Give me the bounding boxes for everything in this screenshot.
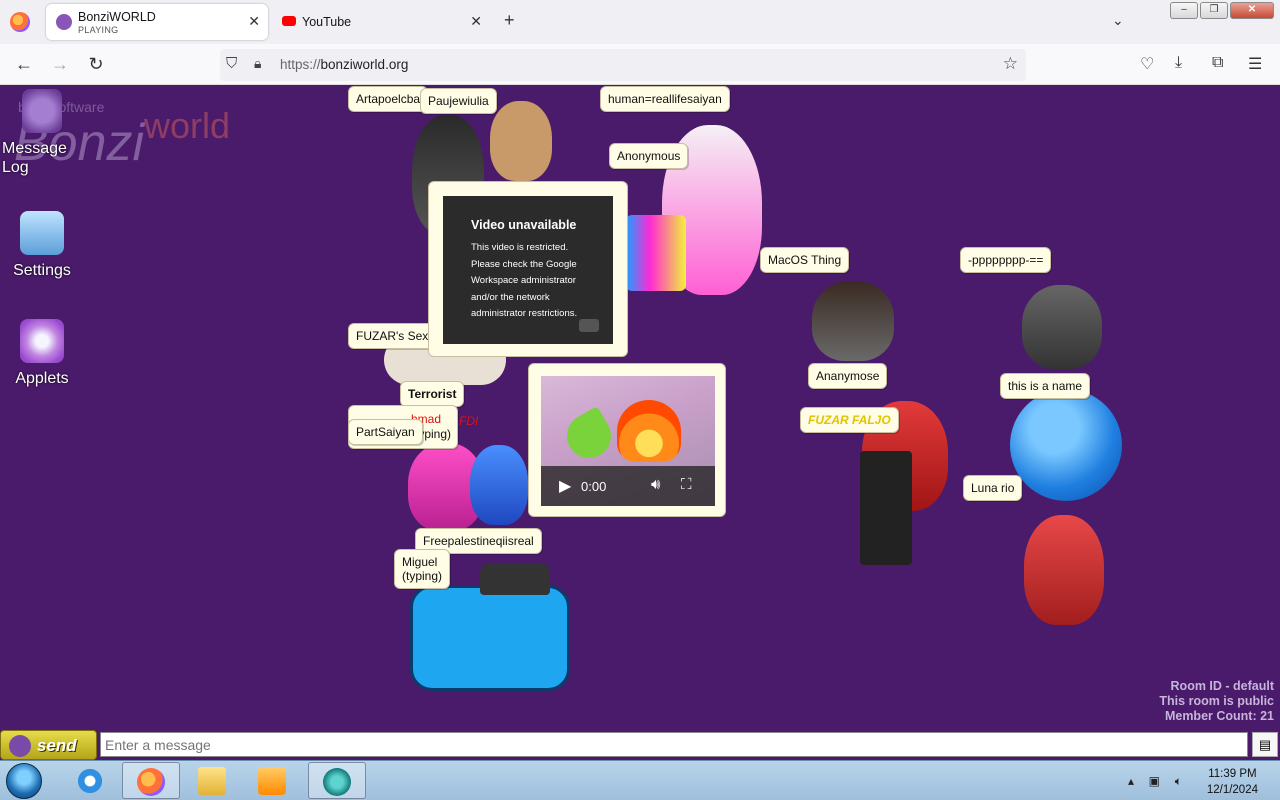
menu-hamburger-icon[interactable]: ☰	[1248, 54, 1262, 74]
video-controls: ▶ 0:00 🔊︎ ⛶	[541, 466, 715, 506]
video-unavailable-message: This video is restricted. Please check t…	[471, 242, 578, 319]
bonziworld-room: bonzisoftware Bonzi world Message Log Se…	[0, 85, 1280, 730]
url-text[interactable]: https://bonziworld.org	[280, 57, 408, 72]
network-icon[interactable]: ▣	[1149, 774, 1160, 788]
reload-icon[interactable]: ↻	[84, 53, 108, 77]
youtube-favicon-icon	[282, 16, 296, 26]
firefox-logo-icon[interactable]	[10, 12, 30, 32]
applets-icon[interactable]: Applets	[0, 319, 84, 388]
chat-bar: send ▤	[0, 730, 1280, 760]
name-bubble: FDI	[459, 414, 479, 428]
message-input[interactable]	[100, 732, 1248, 757]
close-tab-icon[interactable]: ✕	[470, 13, 482, 30]
name-bubble: this is a name	[1000, 373, 1091, 399]
show-hidden-icons-icon[interactable]: ▴	[1128, 774, 1134, 788]
close-tab-icon[interactable]: ✕	[248, 13, 260, 30]
video-unavailable-heading: Video unavailable	[471, 218, 577, 232]
back-arrow-icon[interactable]: ←	[12, 53, 36, 77]
volume-icon[interactable]: 🔊︎	[651, 476, 660, 493]
bookmark-star-icon[interactable]: ☆	[1003, 54, 1018, 74]
bonzi-character[interactable]	[812, 281, 894, 361]
new-tab-button[interactable]: +	[504, 10, 515, 31]
bonzi-character[interactable]	[626, 215, 686, 291]
windows-taskbar: ▴ ▣ 🔈︎ 11:39 PM 12/1/2024	[0, 760, 1280, 800]
video-player[interactable]: ▶ 0:00 🔊︎ ⛶	[541, 376, 715, 506]
cd-box-icon	[20, 319, 64, 363]
tab-bar: BonziWORLD PLAYING ✕ YouTube ✕ + ⌄ – ❐ ✕	[0, 0, 1280, 44]
bonzi-character[interactable]	[480, 563, 550, 595]
message-log-icon[interactable]: Message Log	[0, 89, 84, 177]
tab-bonziworld[interactable]: BonziWORLD PLAYING ✕	[46, 4, 268, 40]
bonzi-character[interactable]	[410, 585, 570, 691]
close-window-button[interactable]: ✕	[1230, 2, 1274, 19]
downloads-icon[interactable]: ⤓	[1175, 54, 1182, 72]
maximize-button[interactable]: ❐	[1200, 2, 1228, 19]
minimize-button[interactable]: –	[1170, 2, 1198, 19]
internet-explorer-taskbar[interactable]	[62, 762, 120, 799]
play-icon[interactable]: ▶	[559, 476, 571, 496]
navigation-toolbar: ← → ↻ ⛉ 🔒︎ https://bonziworld.org ☆ ♡ ⤓ …	[0, 44, 1280, 85]
tab-playing-indicator: PLAYING	[78, 25, 119, 35]
name-bubble: Paujewiulia	[420, 88, 497, 114]
window-controls: – ❐ ✕	[1170, 2, 1274, 19]
youtube-logo-icon[interactable]	[579, 319, 599, 332]
name-bubble: PartSaiyan	[348, 419, 423, 445]
video-time: 0:00	[581, 479, 607, 494]
name-bubble: Miguel (typing)	[394, 549, 451, 589]
url-bar[interactable]: ⛉ 🔒︎ https://bonziworld.org ☆	[220, 49, 1026, 81]
leaf-character-thumbnail	[558, 405, 620, 467]
tab-youtube[interactable]: YouTube ✕	[276, 4, 490, 40]
name-bubble: Ananymose	[808, 363, 888, 389]
tab-title: YouTube	[302, 15, 352, 29]
bonzi-head-icon	[9, 735, 31, 757]
bonzi-favicon-icon	[56, 14, 72, 30]
name-bubble: -pppppppp-==	[960, 247, 1052, 273]
media-player-taskbar[interactable]	[244, 762, 302, 799]
fullscreen-icon[interactable]: ⛶	[681, 476, 692, 493]
bonzi-character[interactable]	[1010, 389, 1122, 501]
internet-explorer-icon	[76, 767, 104, 795]
bonzi-character[interactable]	[1022, 285, 1102, 369]
tab-list-chevron-icon[interactable]: ⌄	[1112, 12, 1124, 29]
name-bubble: MacOS Thing	[760, 247, 850, 273]
youtube-unavailable-frame[interactable]: Video unavailable This video is restrict…	[443, 196, 613, 344]
fire-character-thumbnail	[617, 400, 681, 462]
name-bubble: Anonymous	[609, 143, 689, 169]
computer-icon	[20, 211, 64, 255]
bonzi-character[interactable]	[470, 445, 528, 525]
start-button[interactable]	[6, 763, 42, 799]
youtube-embed-bubble: Video unavailable This video is restrict…	[428, 181, 628, 357]
file-explorer-taskbar[interactable]	[184, 762, 242, 799]
bonzi-character[interactable]	[490, 101, 552, 181]
attach-icon[interactable]: ▤	[1252, 732, 1278, 757]
name-bubble: FUZAR FALJO	[800, 407, 899, 433]
firefox-taskbar[interactable]	[122, 762, 180, 799]
extensions-icon[interactable]: ⧉	[1212, 54, 1223, 72]
folder-icon	[198, 767, 226, 795]
tracking-shield-icon[interactable]: ⛉	[226, 55, 237, 72]
bonzi-character[interactable]	[1024, 515, 1104, 625]
settings-icon[interactable]: Settings	[0, 211, 84, 280]
lock-icon[interactable]: 🔒︎	[254, 55, 261, 72]
room-info: Room ID - default This room is public Me…	[1159, 679, 1274, 723]
name-bubble: Artapoelcba	[348, 86, 429, 112]
bonzi-app-icon	[323, 768, 351, 796]
bonzi-character[interactable]	[860, 451, 912, 565]
bonzi-chat-icon	[22, 89, 62, 133]
send-button[interactable]: send	[0, 730, 97, 760]
tab-title: BonziWORLD	[78, 10, 156, 24]
name-bubble: Terrorist	[400, 381, 465, 407]
firefox-icon	[137, 768, 165, 796]
name-bubble: Luna rio	[963, 475, 1023, 501]
bonzi-app-taskbar[interactable]	[308, 762, 366, 799]
speaker-icon[interactable]: 🔈︎	[1175, 774, 1182, 789]
name-bubble: human=reallifesaiyan	[600, 86, 730, 112]
forward-arrow-icon[interactable]: →	[48, 53, 72, 77]
clock[interactable]: 11:39 PM 12/1/2024	[1207, 766, 1258, 798]
video-bubble: ▶ 0:00 🔊︎ ⛶	[528, 363, 726, 517]
pocket-icon[interactable]: ♡	[1140, 54, 1154, 74]
media-player-icon	[258, 767, 286, 795]
